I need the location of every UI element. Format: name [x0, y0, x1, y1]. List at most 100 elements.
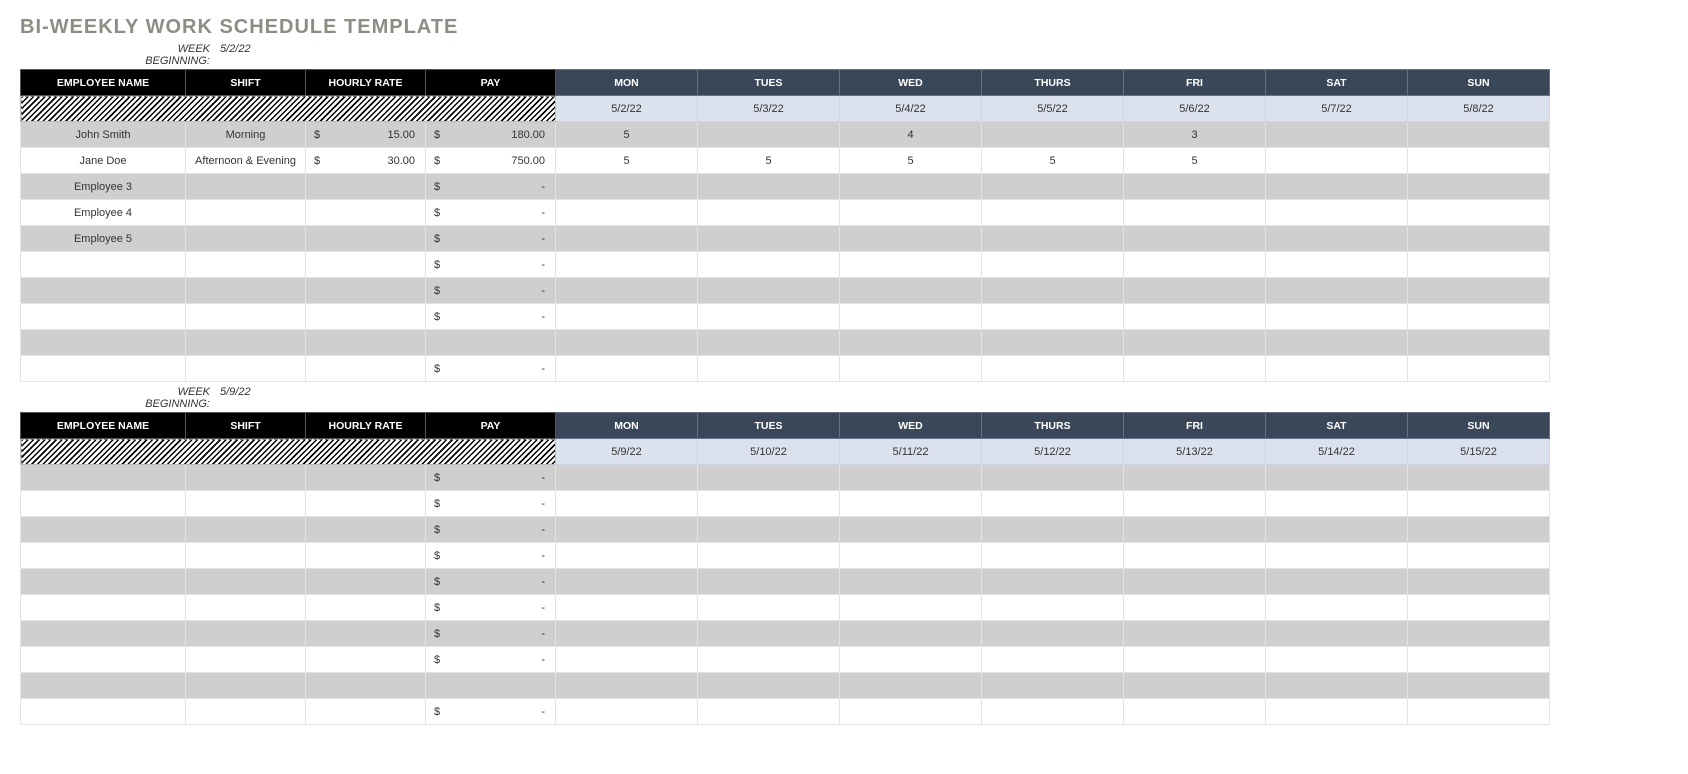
employee-name-cell[interactable] [21, 491, 186, 517]
hours-cell[interactable] [982, 226, 1124, 252]
shift-cell[interactable] [186, 621, 306, 647]
hours-cell[interactable] [840, 356, 982, 382]
hours-cell[interactable] [1266, 304, 1408, 330]
shift-cell[interactable] [186, 278, 306, 304]
employee-name-cell[interactable]: Employee 5 [21, 226, 186, 252]
hours-cell[interactable] [840, 569, 982, 595]
hours-cell[interactable] [1124, 543, 1266, 569]
employee-name-cell[interactable]: Jane Doe [21, 148, 186, 174]
hours-cell[interactable] [1408, 673, 1550, 699]
hours-cell[interactable] [982, 621, 1124, 647]
shift-cell[interactable] [186, 356, 306, 382]
hours-cell[interactable] [1266, 252, 1408, 278]
hours-cell[interactable] [840, 174, 982, 200]
hourly-rate-cell[interactable] [306, 174, 426, 200]
hourly-rate-cell[interactable] [306, 517, 426, 543]
shift-cell[interactable] [186, 304, 306, 330]
week-beginning-date[interactable]: 5/2/22 [220, 43, 251, 55]
hours-cell[interactable] [1266, 200, 1408, 226]
hours-cell[interactable]: 5 [1124, 148, 1266, 174]
hours-cell[interactable]: 5 [698, 148, 840, 174]
hours-cell[interactable] [1266, 491, 1408, 517]
shift-cell[interactable] [186, 569, 306, 595]
employee-name-cell[interactable] [21, 543, 186, 569]
hours-cell[interactable] [556, 621, 698, 647]
hours-cell[interactable]: 5 [556, 148, 698, 174]
hours-cell[interactable] [1124, 465, 1266, 491]
hours-cell[interactable] [982, 174, 1124, 200]
employee-name-cell[interactable] [21, 569, 186, 595]
hours-cell[interactable] [1408, 278, 1550, 304]
shift-cell[interactable] [186, 647, 306, 673]
hours-cell[interactable] [1124, 304, 1266, 330]
hours-cell[interactable] [1124, 699, 1266, 725]
employee-name-cell[interactable] [21, 252, 186, 278]
employee-name-cell[interactable] [21, 356, 186, 382]
hours-cell[interactable]: 4 [840, 122, 982, 148]
hourly-rate-cell[interactable] [306, 491, 426, 517]
hours-cell[interactable] [840, 517, 982, 543]
hours-cell[interactable] [556, 226, 698, 252]
employee-name-cell[interactable] [21, 673, 186, 699]
hours-cell[interactable] [1266, 278, 1408, 304]
hours-cell[interactable] [1124, 252, 1266, 278]
hours-cell[interactable] [698, 569, 840, 595]
hours-cell[interactable] [698, 699, 840, 725]
hourly-rate-cell[interactable] [306, 595, 426, 621]
hours-cell[interactable] [982, 304, 1124, 330]
hours-cell[interactable] [698, 304, 840, 330]
hours-cell[interactable] [840, 491, 982, 517]
hours-cell[interactable] [1408, 491, 1550, 517]
shift-cell[interactable] [186, 200, 306, 226]
hours-cell[interactable]: 5 [556, 122, 698, 148]
hours-cell[interactable] [982, 465, 1124, 491]
hours-cell[interactable] [1266, 465, 1408, 491]
hours-cell[interactable] [1408, 517, 1550, 543]
hours-cell[interactable] [1408, 122, 1550, 148]
hours-cell[interactable] [1408, 569, 1550, 595]
hours-cell[interactable] [1266, 647, 1408, 673]
hours-cell[interactable] [1408, 621, 1550, 647]
hours-cell[interactable] [840, 673, 982, 699]
hours-cell[interactable] [1124, 517, 1266, 543]
hours-cell[interactable] [1408, 330, 1550, 356]
hours-cell[interactable] [982, 673, 1124, 699]
hours-cell[interactable] [1266, 595, 1408, 621]
hours-cell[interactable] [1266, 148, 1408, 174]
hours-cell[interactable]: 5 [982, 148, 1124, 174]
employee-name-cell[interactable] [21, 621, 186, 647]
hours-cell[interactable] [1266, 122, 1408, 148]
hourly-rate-cell[interactable] [306, 200, 426, 226]
hours-cell[interactable] [982, 699, 1124, 725]
hours-cell[interactable] [1124, 174, 1266, 200]
hours-cell[interactable] [556, 673, 698, 699]
hours-cell[interactable] [556, 330, 698, 356]
hours-cell[interactable] [1408, 304, 1550, 330]
hours-cell[interactable] [698, 226, 840, 252]
hours-cell[interactable] [698, 200, 840, 226]
hours-cell[interactable]: 5 [840, 148, 982, 174]
hours-cell[interactable] [556, 595, 698, 621]
hours-cell[interactable] [556, 304, 698, 330]
employee-name-cell[interactable] [21, 595, 186, 621]
shift-cell[interactable] [186, 517, 306, 543]
hours-cell[interactable] [982, 200, 1124, 226]
hours-cell[interactable] [982, 543, 1124, 569]
hours-cell[interactable] [556, 647, 698, 673]
hours-cell[interactable] [698, 252, 840, 278]
shift-cell[interactable] [186, 491, 306, 517]
hours-cell[interactable] [556, 465, 698, 491]
hours-cell[interactable] [840, 621, 982, 647]
hourly-rate-cell[interactable] [306, 543, 426, 569]
hours-cell[interactable] [698, 491, 840, 517]
hours-cell[interactable] [1408, 543, 1550, 569]
hours-cell[interactable] [698, 122, 840, 148]
hours-cell[interactable] [698, 330, 840, 356]
hourly-rate-cell[interactable] [306, 621, 426, 647]
shift-cell[interactable] [186, 174, 306, 200]
hours-cell[interactable] [1408, 252, 1550, 278]
hours-cell[interactable] [982, 491, 1124, 517]
hourly-rate-cell[interactable] [306, 304, 426, 330]
hours-cell[interactable] [1124, 330, 1266, 356]
shift-cell[interactable]: Morning [186, 122, 306, 148]
